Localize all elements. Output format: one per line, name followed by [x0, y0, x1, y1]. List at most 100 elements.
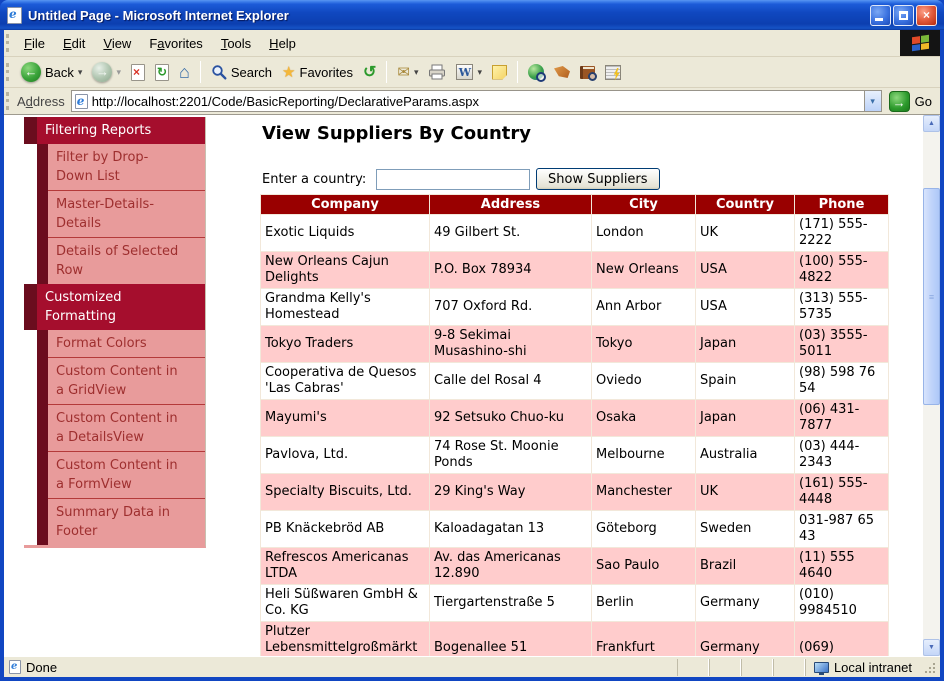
table-cell: P.O. Box 78934 [430, 252, 592, 289]
edit-with-word-button[interactable]: W ▾ [452, 62, 486, 82]
table-cell: Spain [696, 363, 795, 400]
status-panel [677, 659, 709, 676]
table-row: PB Knäckebröd ABKaloadagatan 13GöteborgS… [261, 511, 889, 548]
table-cell: Kaloadagatan 13 [430, 511, 592, 548]
go-button[interactable]: → Go [889, 91, 932, 112]
menu-item-view[interactable]: View [94, 31, 140, 56]
table-cell: Tokyo Traders [261, 326, 430, 363]
resize-grip[interactable] [924, 659, 938, 676]
table-cell: USA [696, 289, 795, 326]
menu-bar: FileEditViewFavoritesToolsHelp [4, 30, 940, 57]
maximize-icon [899, 11, 908, 20]
sidebar-header-customized-formatting[interactable]: Customized Formatting [24, 284, 205, 330]
column-header-city: City [592, 195, 696, 215]
favorites-star-icon: ★ [282, 63, 295, 81]
table-cell: Sao Paulo [592, 548, 696, 585]
refresh-button[interactable]: ↻ [151, 62, 173, 83]
table-cell: New Orleans Cajun Delights [261, 252, 430, 289]
status-panel [773, 659, 805, 676]
url-text[interactable]: http://localhost:2201/Code/BasicReportin… [92, 94, 860, 109]
scroll-down-button[interactable]: ▼ [923, 639, 940, 656]
scrollbar-thumb[interactable]: ≡ [923, 188, 940, 405]
reference-tool-button[interactable] [576, 64, 599, 81]
window-controls: × [870, 5, 937, 26]
menu-item-favorites[interactable]: Favorites [140, 31, 211, 56]
status-bar: e Done Local intranet [4, 656, 940, 677]
menu-item-help[interactable]: Help [260, 31, 305, 56]
table-cell: 49 Gilbert St. [430, 215, 592, 252]
forward-button[interactable]: → ▾ [88, 60, 125, 84]
go-label: Go [915, 94, 932, 109]
table-cell: New Orleans [592, 252, 696, 289]
zone-label: Local intranet [834, 660, 912, 675]
table-row: Mayumi's92 Setsuko Chuo-kuOsakaJapan(06)… [261, 400, 889, 437]
forward-icon: → [92, 62, 112, 82]
menu-item-file[interactable]: File [15, 31, 54, 56]
history-button[interactable]: ↺ [359, 60, 380, 84]
thumb-grip-icon: ≡ [929, 292, 934, 302]
sidebar-item-custom-content-in-a-formview[interactable]: Custom Content in a FormView [48, 451, 205, 498]
sidebar-header-label: Customized Formatting [37, 284, 205, 330]
binary-grid-icon [605, 65, 621, 80]
addressbar-grip[interactable] [6, 92, 11, 110]
table-cell: Sweden [696, 511, 795, 548]
table-cell: (98) 598 76 54 [795, 363, 889, 400]
search-icon [211, 64, 227, 80]
sidebar-item-format-colors[interactable]: Format Colors [48, 330, 205, 357]
country-input[interactable] [376, 169, 530, 190]
column-header-address: Address [430, 195, 592, 215]
table-cell: Berlin [592, 585, 696, 622]
table-cell: Frankfurt [592, 622, 696, 657]
sidebar-item-summary-data-in-footer[interactable]: Summary Data in Footer [48, 498, 205, 545]
table-cell: PB Knäckebröd AB [261, 511, 430, 548]
home-button[interactable]: ⌂ [175, 61, 194, 83]
scroll-up-button[interactable]: ▲ [923, 115, 940, 132]
close-button[interactable]: × [916, 5, 937, 26]
table-row: Exotic Liquids49 Gilbert St.LondonUK(171… [261, 215, 889, 252]
table-cell: Germany [696, 585, 795, 622]
sidebar-header-filtering-reports[interactable]: Filtering Reports [24, 117, 205, 144]
sidebar-item-filter-by-drop-down-list[interactable]: Filter by Drop-Down List [48, 144, 205, 190]
minimize-button[interactable] [870, 5, 891, 26]
sidebar-header-accent [24, 284, 37, 330]
table-cell: Ann Arbor [592, 289, 696, 326]
favorites-button[interactable]: ★ Favorites [278, 61, 357, 83]
vertical-scrollbar[interactable]: ▲ ≡ ▼ [923, 115, 940, 656]
country-label: Enter a country: [262, 172, 376, 187]
sidebar-rail [37, 330, 48, 545]
toolbar-grip[interactable] [6, 63, 11, 81]
sidebar-item-details-of-selected-row[interactable]: Details of Selected Row [48, 237, 205, 284]
research-tool-button[interactable] [550, 64, 574, 80]
search-button[interactable]: Search [207, 62, 276, 82]
windows-flag-logo [900, 30, 940, 56]
stop-button[interactable]: × [127, 62, 149, 83]
developer-tool-button[interactable] [601, 63, 625, 82]
print-button[interactable] [424, 62, 450, 82]
title-bar[interactable]: e Untitled Page - Microsoft Internet Exp… [0, 0, 944, 30]
web-search-tool-button[interactable] [524, 62, 548, 82]
address-dropdown-button[interactable]: ▾ [864, 91, 881, 111]
table-cell: Göteborg [592, 511, 696, 548]
table-row: Pavlova, Ltd.74 Rose St. Moonie PondsMel… [261, 437, 889, 474]
window-title: Untitled Page - Microsoft Internet Explo… [28, 8, 864, 23]
page-content: Filtering ReportsFilter by Drop-Down Lis… [4, 115, 923, 656]
messenger-button[interactable] [488, 63, 511, 82]
column-header-country: Country [696, 195, 795, 215]
back-button[interactable]: ← Back ▾ [17, 60, 86, 84]
menu-item-edit[interactable]: Edit [54, 31, 94, 56]
menubar-grip[interactable] [6, 34, 11, 52]
menu-item-tools[interactable]: Tools [212, 31, 260, 56]
status-page-icon: e [9, 660, 21, 674]
table-cell: Tokyo [592, 326, 696, 363]
address-combo[interactable]: e http://localhost:2201/Code/BasicReport… [71, 90, 882, 112]
show-suppliers-button[interactable]: Show Suppliers [536, 168, 660, 190]
maximize-button[interactable] [893, 5, 914, 26]
sidebar-item-custom-content-in-a-gridview[interactable]: Custom Content in a GridView [48, 357, 205, 404]
table-cell: (03) 3555-5011 [795, 326, 889, 363]
minimize-icon [875, 18, 883, 21]
mail-button[interactable]: ✉ ▾ [393, 61, 422, 83]
sidebar-item-custom-content-in-a-detailsview[interactable]: Custom Content in a DetailsView [48, 404, 205, 451]
note-icon [492, 65, 507, 80]
stop-icon: × [131, 64, 145, 81]
sidebar-item-master-details-details[interactable]: Master-Details-Details [48, 190, 205, 237]
